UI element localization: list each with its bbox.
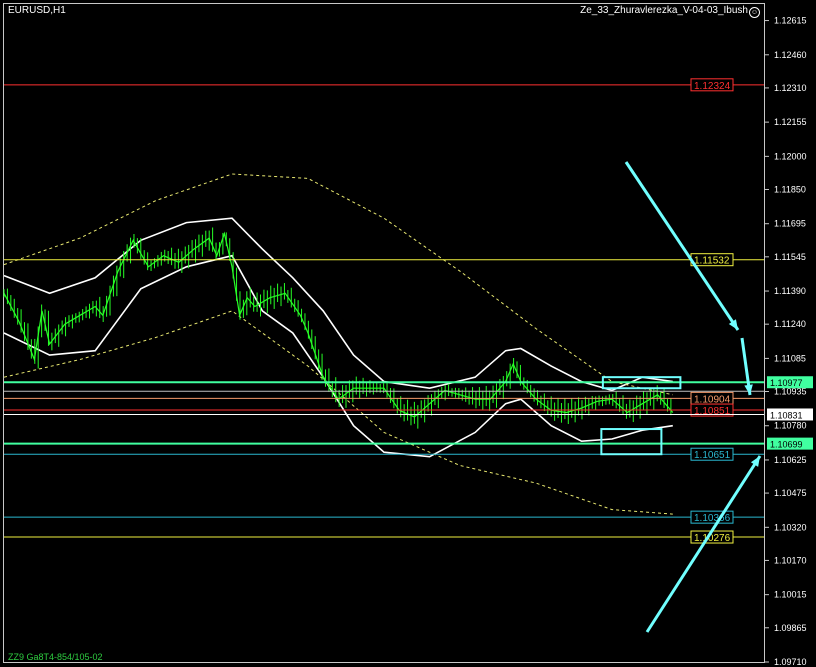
price-line <box>3 231 674 418</box>
level-tag-label-8: 1.10651 <box>694 450 731 461</box>
y-tick-label-16: 1.10170 <box>774 555 807 565</box>
level-tag-label-10: 1.10276 <box>694 533 731 544</box>
indicator-title: Ze_33_Zhuravlerezka_V-04-03_Ibush ☺ <box>580 5 760 18</box>
chart-canvas[interactable]: 1.12615 1.12460 1.12310 1.12155 1.12000 1.118… <box>0 0 816 667</box>
y-tick-label-9: 1.11240 <box>774 319 806 329</box>
y-tick-label-5: 1.11850 <box>774 184 806 194</box>
level-tag-label-5: 1.10851 <box>694 406 731 417</box>
level-tag-label-9: 1.10366 <box>694 513 731 524</box>
y-tick-label-7: 1.11545 <box>774 252 806 262</box>
y-tick-label-3: 1.12155 <box>774 117 807 127</box>
level-tag-label-0: 1.12324 <box>694 81 731 92</box>
band-line-2 <box>3 173 673 396</box>
arrow-down-1-shaft <box>624 161 740 331</box>
y-tick-label-13: 1.10625 <box>774 455 807 465</box>
y-tick-label-19: 1.09710 <box>774 657 807 667</box>
smiley-icon: ☺ <box>749 7 760 18</box>
axis-marker-label-6: 1.10831 <box>770 410 803 420</box>
y-tick-label-8: 1.11390 <box>774 286 806 296</box>
level-tag-label-1: 1.11532 <box>694 256 730 267</box>
y-tick-label-4: 1.12000 <box>774 151 807 161</box>
y-tick-label-2: 1.12310 <box>774 83 807 93</box>
axis-marker-label-2: 1.10977 <box>770 378 803 388</box>
y-tick-label-18: 1.09865 <box>774 623 807 633</box>
axis-marker-label-7: 1.10699 <box>770 440 803 450</box>
arrow-up-shaft <box>645 455 762 633</box>
band-line-3 <box>3 310 673 515</box>
y-tick-label-10: 1.11085 <box>774 353 806 363</box>
y-tick-label-17: 1.10015 <box>774 590 807 600</box>
y-tick-label-12: 1.10780 <box>774 421 807 431</box>
indicator-name: Ze_33_Zhuravlerezka_V-04-03_Ibush <box>580 5 748 16</box>
y-tick-label-0: 1.12615 <box>774 16 807 26</box>
footer-label: ZZ9 Ga8T4-854/105-02 <box>8 652 103 662</box>
symbol-title: EURUSD,H1 <box>8 5 66 16</box>
y-tick-label-14: 1.10475 <box>774 488 807 498</box>
y-tick-label-6: 1.11695 <box>774 219 806 229</box>
band-line-1 <box>3 254 673 458</box>
y-tick-label-15: 1.10320 <box>774 522 807 532</box>
y-tick-label-1: 1.12460 <box>774 50 807 60</box>
band-line-0 <box>3 217 673 392</box>
